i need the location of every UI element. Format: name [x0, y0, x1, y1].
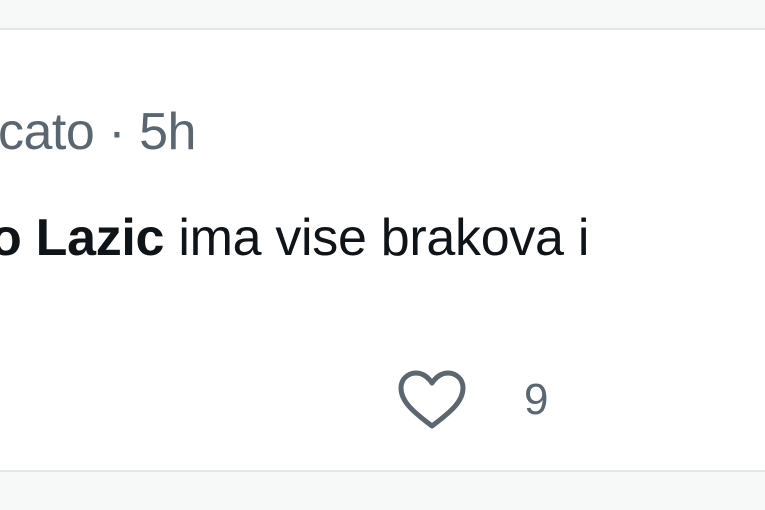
comment-frame: cato · 5h o Lazic ima vise brakova i 9 [0, 0, 765, 510]
mention-link[interactable]: o Lazic [0, 209, 164, 267]
like-count: 9 [524, 375, 549, 424]
meta-separator: · [108, 103, 126, 161]
author-name[interactable]: cato [0, 103, 95, 161]
like-button[interactable]: 9 [394, 368, 548, 432]
comment-card: cato · 5h o Lazic ima vise brakova i 9 [0, 28, 765, 472]
comment-meta: cato · 5h [0, 102, 196, 162]
comment-timestamp[interactable]: 5h [139, 103, 196, 161]
heart-icon[interactable] [394, 369, 470, 431]
comment-text: o Lazic ima vise brakova i [0, 208, 589, 268]
comment-body: ima vise brakova i [164, 209, 590, 267]
